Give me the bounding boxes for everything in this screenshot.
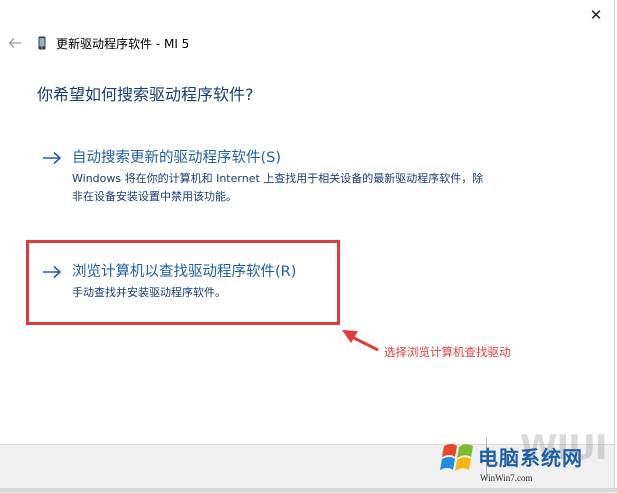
annotation-text: 选择浏览计算机查找驱动 [384, 345, 511, 359]
update-driver-dialog: ✕ 更新驱动程序软件 - MI 5 你希望如何搜索驱动程序软件? 自动搜索更新的… [0, 0, 617, 493]
watermark-url: WinWin7.com [480, 473, 533, 483]
page-heading: 你希望如何搜索驱动程序软件? [37, 85, 254, 104]
window-title: 更新驱动程序软件 - MI 5 [56, 37, 190, 51]
auto-search-title[interactable]: 自动搜索更新的驱动程序软件(S) [72, 148, 281, 168]
close-button[interactable]: ✕ [581, 2, 611, 28]
window-border [614, 0, 615, 492]
auto-search-description: Windows 将在你的计算机和 Internet 上查找用于相关设备的最新驱动… [72, 172, 484, 203]
arrow-right-icon [43, 151, 62, 165]
annotation-arrow-icon [342, 330, 379, 352]
bottom-edge [0, 488, 617, 492]
close-icon: ✕ [589, 6, 603, 24]
watermark-brand: 电脑系统网 [478, 446, 583, 470]
annotation-highlight-box [26, 240, 340, 325]
windows-flag-logo-icon [440, 444, 473, 471]
back-button[interactable] [6, 34, 24, 52]
back-arrow-icon [8, 38, 21, 48]
phone-device-icon [38, 36, 46, 50]
